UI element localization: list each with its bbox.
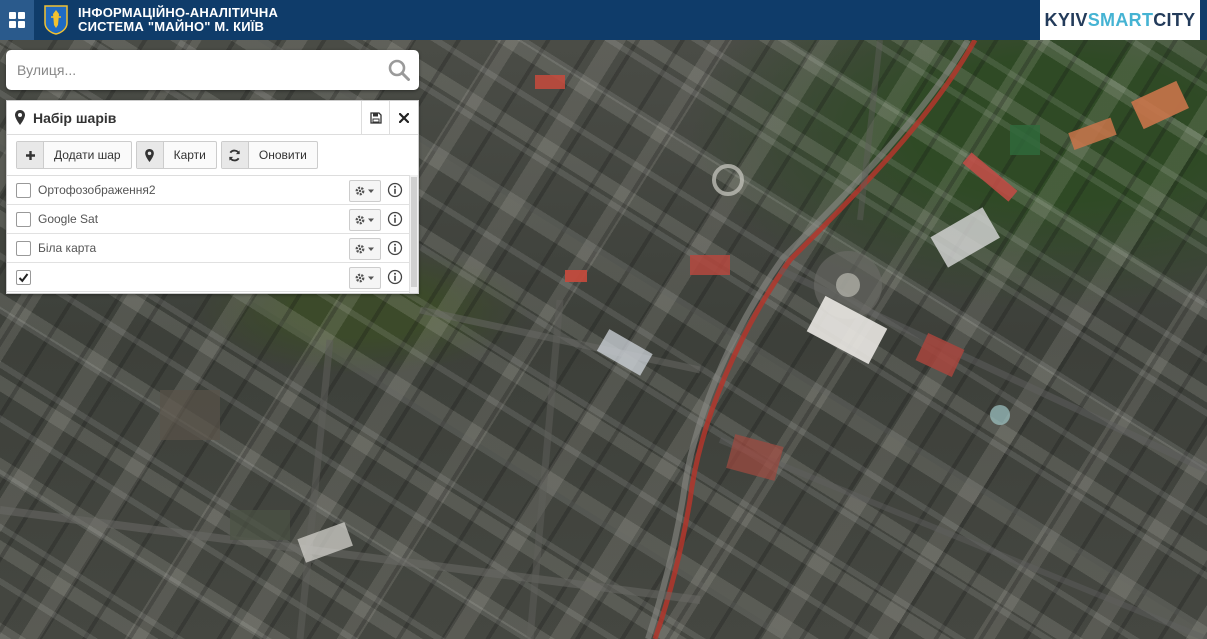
info-icon[interactable] <box>387 211 403 227</box>
layer-row: Google Sat <box>7 205 409 234</box>
layer-checkbox[interactable] <box>16 240 31 256</box>
map-marker-icon <box>136 142 164 168</box>
checkmark-icon <box>18 272 29 282</box>
apps-menu-button[interactable] <box>0 0 34 40</box>
layer-name: Ортофозображення2 <box>38 183 156 197</box>
layers-toolbar: Додати шар Карти Оновити <box>7 135 418 176</box>
layer-row: Біла карта <box>7 234 409 263</box>
info-icon[interactable] <box>387 269 403 285</box>
kyiv-coat-of-arms-icon <box>44 5 68 35</box>
search-icon[interactable] <box>379 50 419 90</box>
maps-button[interactable]: Карти <box>135 141 217 169</box>
app-title-line1: ІНФОРМАЦІЙНО-АНАЛІТИЧНА <box>78 5 279 20</box>
save-layers-button[interactable] <box>361 101 390 134</box>
floppy-disk-icon <box>370 111 382 124</box>
maps-label: Карти <box>173 148 206 162</box>
layer-settings-button[interactable] <box>349 267 381 289</box>
refresh-icon <box>221 142 249 168</box>
gear-icon <box>355 215 374 225</box>
info-icon[interactable] <box>387 240 403 256</box>
layers-list: Ортофозображення2 Google Sat Біла карта <box>7 176 418 292</box>
refresh-button[interactable]: Оновити <box>220 141 318 169</box>
layers-panel: Набір шарів Додати шар Карти Оновити Орт… <box>6 100 419 294</box>
refresh-label: Оновити <box>258 148 307 162</box>
close-panel-button[interactable] <box>389 101 418 134</box>
layer-row: Ортофозображення2 <box>7 176 409 205</box>
gear-icon <box>355 273 374 283</box>
layers-scrollbar-thumb[interactable] <box>411 177 417 287</box>
brand-smart: SMART <box>1087 9 1154 30</box>
gear-icon <box>355 244 374 254</box>
top-header: ІНФОРМАЦІЙНО-АНАЛІТИЧНА СИСТЕМА "МАЙНО" … <box>0 0 1207 40</box>
layer-checkbox[interactable] <box>16 182 31 198</box>
layer-name: Google Sat <box>38 212 99 226</box>
brand-city: CITY <box>1153 9 1196 30</box>
add-layer-label: Додати шар <box>54 148 121 162</box>
layer-checkbox[interactable] <box>16 211 31 227</box>
app-title: ІНФОРМАЦІЙНО-АНАЛІТИЧНА СИСТЕМА "МАЙНО" … <box>78 6 278 34</box>
gear-icon <box>355 186 374 196</box>
layer-name: Біла карта <box>38 241 97 255</box>
app-title-line2: СИСТЕМА "МАЙНО" М. КИЇВ <box>78 19 265 34</box>
info-icon[interactable] <box>387 182 403 198</box>
layer-settings-button[interactable] <box>349 180 381 202</box>
layer-settings-button[interactable] <box>349 238 381 260</box>
map-marker-icon <box>15 110 25 125</box>
kyiv-smart-city-logo[interactable]: KYIV SMART CITY <box>1040 0 1200 40</box>
brand-kyiv: KYIV <box>1044 9 1088 30</box>
street-search <box>6 50 419 90</box>
add-layer-button[interactable]: Додати шар <box>16 141 132 169</box>
layers-scrollbar[interactable] <box>409 175 418 293</box>
street-search-input[interactable] <box>6 50 379 90</box>
layer-checkbox-checked[interactable] <box>16 269 31 285</box>
grid-icon <box>9 12 25 28</box>
close-icon <box>399 112 409 123</box>
layer-row <box>7 263 409 292</box>
layers-panel-title: Набір шарів <box>33 109 117 126</box>
layer-settings-button[interactable] <box>349 209 381 231</box>
plus-icon <box>17 142 44 168</box>
layers-panel-header: Набір шарів <box>7 101 418 135</box>
